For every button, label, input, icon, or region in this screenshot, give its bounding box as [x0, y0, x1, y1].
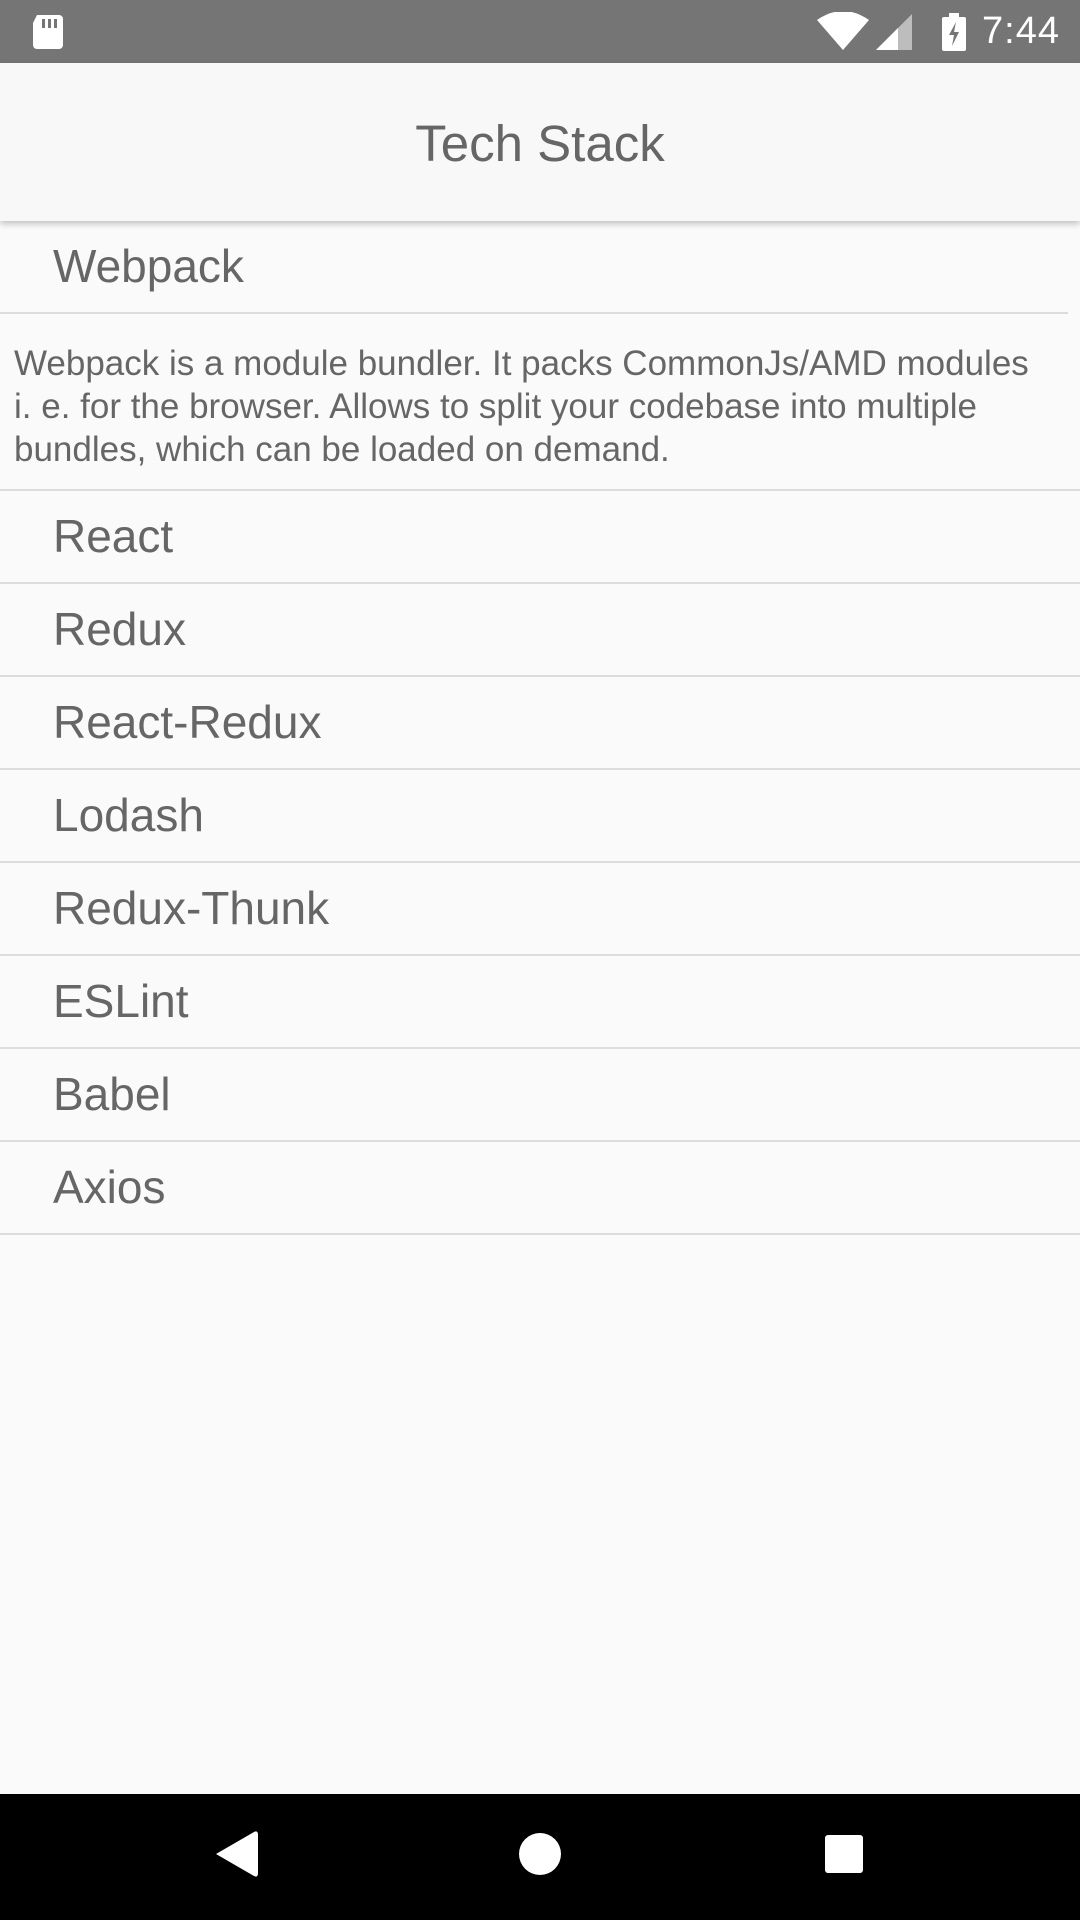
home-button[interactable] — [510, 1824, 570, 1884]
signal-icon — [876, 13, 913, 50]
list-item-lodash[interactable]: Lodash — [0, 770, 1080, 863]
list-item-description: Webpack is a module bundler. It packs Co… — [0, 312, 1068, 489]
list-item-eslint[interactable]: ESLint — [0, 956, 1080, 1049]
page-title: Tech Stack — [415, 114, 665, 172]
list-item-title: Redux — [53, 603, 186, 655]
recents-icon — [825, 1835, 863, 1873]
navigation-bar — [0, 1794, 1080, 1920]
list-item-axios[interactable]: Axios — [0, 1142, 1080, 1235]
back-button[interactable] — [207, 1824, 267, 1884]
status-clock: 7:44 — [982, 10, 1060, 52]
list-item-redux-thunk[interactable]: Redux-Thunk — [0, 863, 1080, 956]
list-item-babel[interactable]: Babel — [0, 1049, 1080, 1142]
list-item-title: Axios — [53, 1161, 166, 1213]
list-item-title: React-Redux — [53, 696, 322, 748]
recents-button[interactable] — [814, 1824, 874, 1884]
list-item-redux[interactable]: Redux — [0, 584, 1080, 677]
list-item-react[interactable]: React — [0, 491, 1080, 584]
list-item-title: Lodash — [53, 789, 204, 841]
description-text: Webpack is a module bundler. It packs Co… — [14, 344, 1029, 469]
wifi-icon — [817, 11, 870, 50]
tech-list: Webpack Webpack is a module bundler. It … — [0, 221, 1080, 1235]
status-icons: 7:44 — [816, 0, 1060, 63]
list-item-title: Redux-Thunk — [53, 882, 330, 934]
list-item-title: ESLint — [53, 975, 189, 1027]
list-item-webpack[interactable]: Webpack Webpack is a module bundler. It … — [0, 221, 1080, 491]
home-icon — [519, 1833, 561, 1875]
list-item-title: React — [53, 510, 174, 562]
battery-charging-icon — [942, 12, 967, 51]
app-bar: Tech Stack — [0, 63, 1080, 221]
sd-card-icon — [33, 15, 63, 49]
list-item-title: Babel — [53, 1068, 171, 1120]
status-bar: 7:44 — [0, 0, 1080, 63]
list-item-react-redux[interactable]: React-Redux — [0, 677, 1080, 770]
list-item-title: Webpack — [53, 240, 244, 292]
back-icon — [216, 1831, 258, 1877]
